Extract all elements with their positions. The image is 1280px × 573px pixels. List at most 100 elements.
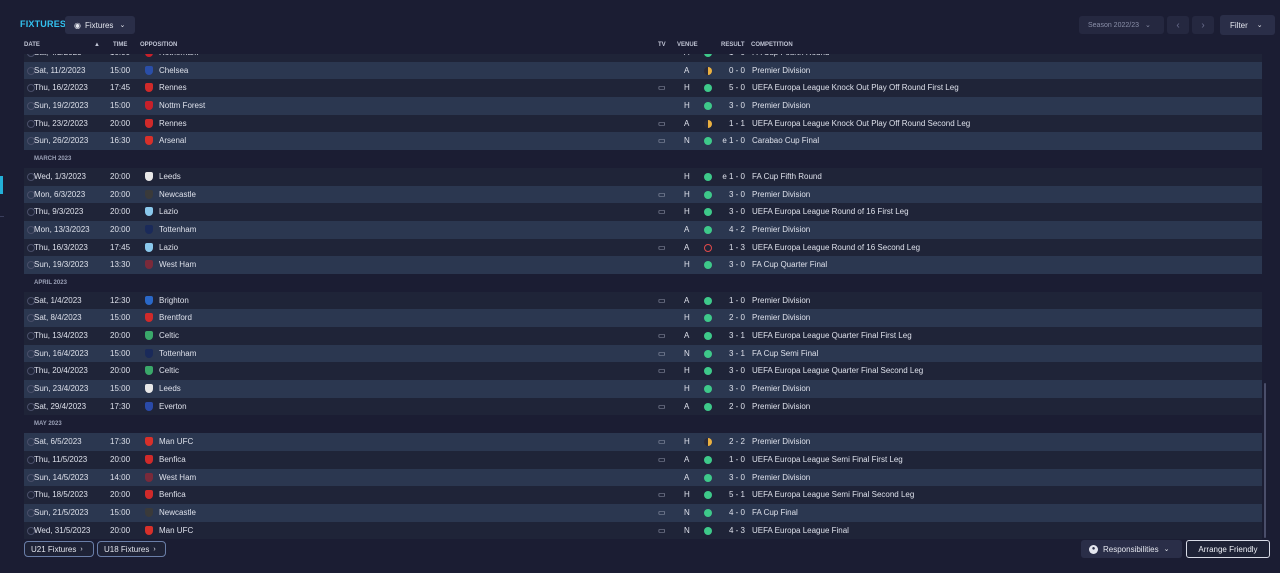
table-row[interactable]: Sun, 19/2/2023 15:00 Nottm Forest H 3 - 0 Pre… (24, 97, 1262, 115)
result-indicator-icon (704, 137, 712, 146)
u21-fixtures-label: U21 Fixtures (31, 544, 77, 554)
fixture-time: 20:00 (110, 454, 131, 464)
u21-fixtures-button[interactable]: U21 Fixtures › (24, 541, 94, 557)
season-dropdown[interactable]: Season 2022/23 ⌄ (1079, 16, 1164, 34)
table-row[interactable]: Sun, 21/5/2023 15:00 Newcastle ▭ N 4 - 0 FA Cu… (24, 503, 1262, 522)
table-row[interactable]: Wed, 31/5/2023 20:00 Man UFC ▭ N 4 - 3 UEFA Eu… (24, 521, 1262, 540)
tv-icon: ▭ (658, 507, 666, 517)
result-indicator-icon (704, 438, 712, 447)
venue: A (684, 118, 690, 128)
column-header-opposition[interactable]: OPPOSITION (140, 42, 177, 48)
fixture-time: 15:00 (110, 507, 131, 517)
club-crest-icon (145, 454, 153, 464)
tv-icon: ▭ (658, 83, 666, 93)
tv-icon: ▭ (658, 454, 666, 464)
table-row[interactable]: Sat, 1/4/2023 12:30 Brighton ▭ A 1 - 0 Premier… (24, 291, 1262, 310)
scrollbar-thumb[interactable] (1264, 383, 1266, 538)
opposition-name: Rotherham (159, 54, 199, 57)
opposition-name: Arsenal (159, 136, 187, 146)
fixture-time: 20:00 (110, 490, 131, 500)
table-row[interactable]: Thu, 9/3/2023 20:00 Lazio ▭ H 3 - 0 UEFA Europ… (24, 203, 1262, 221)
table-row[interactable]: Thu, 23/2/2023 20:00 Rennes ▭ A 1 - 1 UEFA Eur… (24, 114, 1262, 133)
fixture-result: 4 - 2 (728, 224, 745, 234)
fixture-date: Thu, 13/4/2023 (34, 331, 88, 340)
table-row[interactable]: Sun, 19/3/2023 13:30 West Ham H 3 - 0 FA Cup … (24, 256, 1262, 274)
prev-season-button[interactable]: ‹ (1167, 16, 1189, 34)
table-row[interactable]: Sun, 23/4/2023 15:00 Leeds H 3 - 0 Premier Di… (24, 380, 1262, 398)
competition-name: Premier Division (752, 224, 811, 234)
result-indicator-icon (704, 225, 712, 234)
venue: A (684, 295, 690, 305)
month-separator: APRIL 2023 (24, 274, 1262, 292)
arrange-friendly-button[interactable]: Arrange Friendly (1186, 540, 1270, 558)
competition-name: Premier Division (752, 313, 811, 323)
opposition-name: Leeds (159, 171, 181, 181)
competition-name: Premier Division (752, 472, 811, 482)
next-season-button[interactable]: › (1192, 16, 1214, 34)
column-header-tv[interactable]: TV (658, 42, 666, 48)
fixture-result: 3 - 0 (728, 260, 745, 270)
result-indicator-icon (704, 190, 712, 199)
result-indicator-icon (704, 491, 712, 500)
chevron-down-icon: ⌄ (1145, 22, 1151, 29)
club-crest-icon (145, 525, 153, 535)
venue: H (684, 313, 690, 323)
u18-fixtures-button[interactable]: U18 Fixtures › (97, 541, 166, 557)
sort-ascending-icon: ▲ (94, 42, 100, 48)
table-row[interactable]: Thu, 11/5/2023 20:00 Benfica ▭ A 1 - 0 UEFA Eu… (24, 450, 1262, 469)
table-row[interactable]: Wed, 1/3/2023 20:00 Leeds He 1 - 0 FA Cup Fi… (24, 167, 1262, 186)
competition-name: Carabao Cup Final (752, 136, 820, 146)
fixture-time: 17:30 (110, 437, 131, 447)
table-row[interactable]: Sat, 29/4/2023 17:30 Everton ▭ A 2 - 0 Premier… (24, 397, 1262, 416)
column-header-competition[interactable]: COMPETITION (751, 42, 793, 48)
fixture-time: 15:00 (110, 313, 131, 323)
table-row[interactable]: Sat, 11/2/2023 15:00 Chelsea A 0 - 0 Premier … (24, 61, 1262, 80)
top-bar: FIXTURES ◉ Fixtures ⌄ Season 2022/23 ⌄ ‹… (0, 14, 1280, 38)
venue: N (684, 348, 690, 358)
fixture-date: Sun, 14/5/2023 (34, 472, 89, 482)
table-row[interactable]: Thu, 16/2/2023 17:45 Rennes ▭ H 5 - 0 UEFA Eur… (24, 79, 1262, 98)
table-row[interactable]: Sun, 16/4/2023 15:00 Tottenham ▭ N 3 - 1 FA Cu… (24, 344, 1262, 363)
filter-button[interactable]: Filter ⌄ (1220, 15, 1275, 35)
result-indicator-icon (704, 54, 712, 57)
result-indicator-icon (704, 526, 712, 535)
table-row[interactable]: Thu, 20/4/2023 20:00 Celtic ▭ H 3 - 0 UEFA Eur… (24, 362, 1262, 381)
table-row[interactable]: Sat, 8/4/2023 15:00 Brentford H 2 - 0 Premier… (24, 309, 1262, 327)
competition-name: Premier Division (752, 437, 811, 447)
responsibilities-button[interactable]: ● Responsibilities ⌄ (1081, 540, 1182, 558)
fixture-date: Thu, 9/3/2023 (34, 207, 84, 217)
fixture-time: 12:30 (110, 295, 131, 305)
venue: H (684, 101, 690, 111)
table-row[interactable]: Sun, 26/2/2023 16:30 Arsenal ▭ Ne 1 - 0 Carab… (24, 132, 1262, 151)
opposition-name: Rennes (159, 118, 187, 128)
fixture-date: Sun, 26/2/2023 (34, 136, 89, 146)
fixture-time: 17:45 (110, 242, 131, 252)
table-row[interactable]: Sat, 4/2/2023 10:00 Rotherham A 1 - 0 FA Cup … (24, 54, 1262, 62)
column-header-venue[interactable]: VENUE (677, 42, 698, 48)
fixture-result: e 1 - 0 (722, 136, 745, 146)
table-row[interactable]: Mon, 6/3/2023 20:00 Newcastle ▭ H 3 - 0 Premie… (24, 185, 1262, 204)
fixture-result: 1 - 1 (728, 118, 745, 128)
table-row[interactable]: Sat, 6/5/2023 17:30 Man UFC ▭ H 2 - 2 Premier … (24, 433, 1262, 451)
opposition-name: Brighton (159, 295, 189, 305)
view-dropdown-button[interactable]: ◉ Fixtures ⌄ (65, 16, 135, 34)
chevron-right-icon: › (1201, 19, 1205, 31)
table-row[interactable]: Mon, 13/3/2023 20:00 Tottenham A 4 - 2 Premie… (24, 220, 1262, 239)
column-header-result[interactable]: RESULT (721, 42, 745, 48)
footer-bar: U21 Fixtures › U18 Fixtures › ● Responsi… (0, 540, 1280, 573)
fixture-result: 5 - 0 (728, 83, 745, 93)
club-crest-icon (145, 65, 153, 75)
competition-name: FA Cup Semi Final (752, 348, 819, 358)
table-row[interactable]: Thu, 16/3/2023 17:45 Lazio ▭ A 1 - 3 UEFA Euro… (24, 238, 1262, 257)
sidebar-active-indicator (0, 176, 3, 194)
table-row[interactable]: Thu, 13/4/2023 20:00 Celtic ▭ A 3 - 1 UEFA Eur… (24, 327, 1262, 345)
column-header-time[interactable]: TIME (113, 42, 127, 48)
competition-name: UEFA Europa League Knock Out Play Off Ro… (752, 83, 959, 93)
column-header-date[interactable]: DATE ▲ (24, 42, 100, 48)
tv-icon: ▭ (658, 207, 666, 217)
club-crest-icon (145, 101, 153, 111)
table-row[interactable]: Sun, 14/5/2023 14:00 West Ham A 3 - 0 Premier… (24, 468, 1262, 487)
table-row[interactable]: Thu, 18/5/2023 20:00 Benfica ▭ H 5 - 1 UEFA Eu… (24, 486, 1262, 504)
fixture-result: 1 - 3 (728, 242, 745, 252)
venue: A (684, 65, 690, 75)
